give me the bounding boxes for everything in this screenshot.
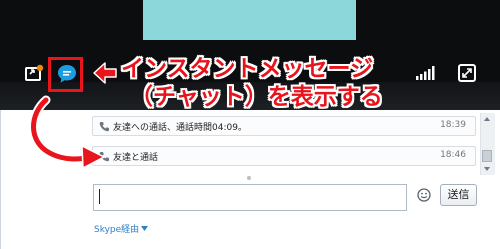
skype-call-window: インスタントメッセージ （チャット）を表示する 友達への通話、通話時間04:09… bbox=[0, 0, 500, 249]
resize-handle[interactable] bbox=[247, 176, 251, 180]
callout-line-2: （チャット）を表示する bbox=[130, 84, 383, 110]
message-input[interactable] bbox=[93, 184, 407, 211]
scroll-thumb[interactable] bbox=[482, 150, 492, 162]
send-via-selector[interactable]: Skype経由 bbox=[94, 222, 139, 235]
signal-strength-icon[interactable] bbox=[415, 66, 435, 80]
message-time: 18:39 bbox=[440, 120, 466, 130]
share-icon[interactable] bbox=[24, 64, 46, 82]
send-button[interactable]: 送信 bbox=[440, 184, 477, 206]
chevron-down-icon[interactable] bbox=[141, 226, 148, 231]
scroll-down-icon[interactable] bbox=[484, 167, 490, 171]
scroll-up-icon[interactable] bbox=[484, 117, 490, 121]
expand-icon[interactable] bbox=[458, 64, 476, 82]
message-text: 友達と通話 bbox=[113, 153, 159, 163]
list-item[interactable]: 友達と通話 18:46 bbox=[92, 146, 476, 166]
message-text: 友達への通話、通話時間04:09。 bbox=[113, 123, 247, 133]
curved-arrow-icon bbox=[29, 95, 105, 169]
video-preview bbox=[143, 0, 356, 40]
list-item[interactable]: 友達への通話、通話時間04:09。 18:39 bbox=[92, 116, 476, 136]
arrow-left-icon bbox=[93, 62, 117, 84]
chat-icon-highlight bbox=[48, 57, 83, 92]
scrollbar[interactable] bbox=[480, 113, 495, 175]
emoticon-icon[interactable] bbox=[417, 188, 431, 202]
text-caret bbox=[99, 189, 100, 204]
message-time: 18:46 bbox=[440, 150, 466, 160]
callout-line-1: インスタントメッセージ bbox=[121, 56, 374, 82]
